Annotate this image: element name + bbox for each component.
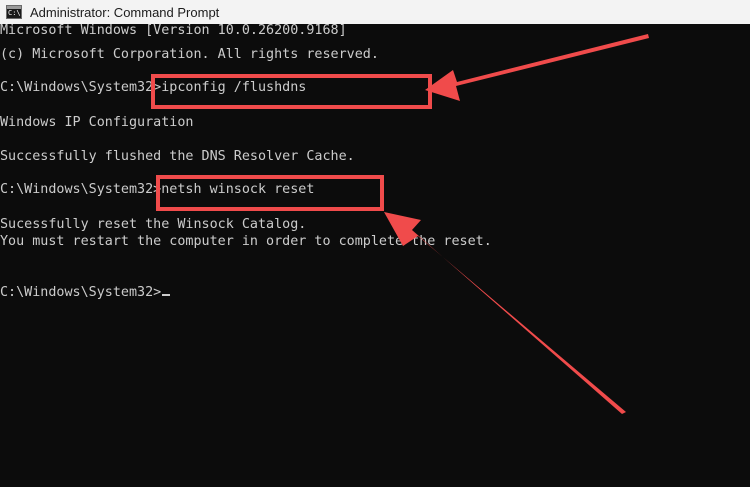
cmd-icon: C:\ [6, 5, 22, 19]
prompt-text: C:\Windows\System32> [0, 285, 162, 300]
console-line-restart-notice: You must restart the computer in order t… [0, 234, 492, 249]
title-bar[interactable]: C:\ Administrator: Command Prompt [0, 0, 750, 24]
command-prompt-window: C:\ Administrator: Command Prompt Micros… [0, 0, 750, 487]
console-line-ip-configuration: Windows IP Configuration [0, 115, 194, 130]
console-line-copyright: (c) Microsoft Corporation. All rights re… [0, 47, 379, 62]
window-title: Administrator: Command Prompt [30, 4, 220, 20]
console-line-command-flushdns: C:\Windows\System32>ipconfig /flushdns [0, 80, 307, 95]
text-cursor [162, 294, 171, 296]
console-line-version: Microsoft Windows [Version 10.0.26200.91… [0, 24, 347, 38]
console-line-flush-success: Successfully flushed the DNS Resolver Ca… [0, 149, 355, 164]
console-line-current-prompt[interactable]: C:\Windows\System32> [0, 284, 171, 301]
console-output[interactable]: Microsoft Windows [Version 10.0.26200.91… [0, 24, 750, 487]
console-line-winsock-success: Sucessfully reset the Winsock Catalog. [0, 217, 307, 232]
console-line-command-winsock: C:\Windows\System32>netsh winsock reset [0, 182, 315, 197]
